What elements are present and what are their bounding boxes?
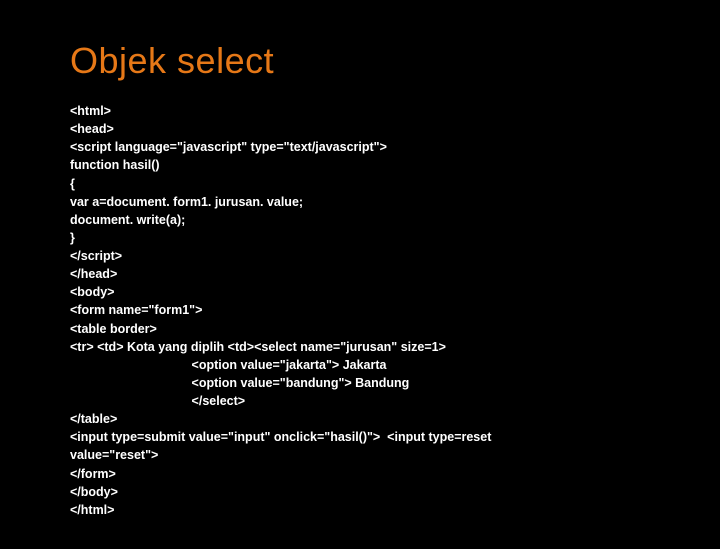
slide-title: Objek select	[70, 40, 650, 82]
code-block: <html> <head> <script language="javascri…	[70, 102, 650, 519]
slide-container: Objek select <html> <head> <script langu…	[0, 0, 720, 549]
